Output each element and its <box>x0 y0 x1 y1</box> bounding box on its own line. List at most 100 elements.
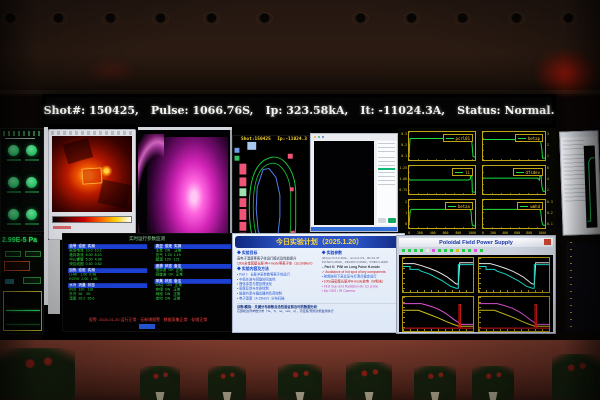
y-tick: 1.25 <box>399 166 407 170</box>
pf-plot-current-2 <box>478 257 550 293</box>
plot-betan: betan <box>408 199 476 229</box>
plant-pot <box>364 392 375 400</box>
led-label <box>7 159 21 161</box>
sidebar-text-block <box>378 143 395 155</box>
sidebar-text-block <box>378 172 395 188</box>
right-screen-text <box>564 184 586 205</box>
video-wall: Shot#: 150425, Pulse: 1066.76S, Ip: 323.… <box>42 94 556 340</box>
efit-shot-label: Shot:150425 <box>241 137 271 142</box>
vacuum-monitor: 2.99E-5 Pa <box>0 234 44 334</box>
plant-pot <box>295 392 306 400</box>
alarm-ticker: 报警: 2025-01-20 运行正常 · 无新增报警 · 数据采集正常 · 存… <box>66 317 230 323</box>
pf-plot-area <box>399 255 553 332</box>
status-indicator-monitor <box>0 128 44 232</box>
ceiling-light <box>454 12 471 25</box>
app-sidebar <box>377 141 396 225</box>
right-screen-plot <box>584 145 598 227</box>
ir-camera-titlebar <box>51 131 133 135</box>
y-tick: 2 <box>405 200 407 204</box>
table-row: 定时 ON 正常 <box>154 297 232 302</box>
plant-pot <box>155 392 166 400</box>
led-label <box>25 159 39 161</box>
potted-plant <box>208 366 246 400</box>
camera-window-chrome <box>138 127 232 130</box>
led-label <box>25 223 39 225</box>
y-tick: 6 <box>547 166 556 170</box>
sidebar-text-block <box>378 157 395 166</box>
led-label <box>7 223 21 225</box>
window-dot-icon <box>318 136 320 138</box>
efit-ip-label: Ip:-11024.3 <box>277 137 307 142</box>
plant-pot <box>430 392 441 400</box>
pf-title: Poloidal Field Power Supply <box>399 238 553 247</box>
ceiling-light <box>256 12 273 25</box>
shot-number: Shot#: 150425, <box>44 104 139 117</box>
control-app-window <box>310 133 398 232</box>
right-edge-lower-screen <box>566 242 600 332</box>
table-row: 壁温 120 121 <box>154 258 232 263</box>
slide-item: ▪ Mo OES / IR Camera <box>322 289 403 294</box>
parameter-table-panel: 实时运行参数监测 信号 设定 实测 纵场电流 10.0 10.2 极向场流 8.… <box>62 233 232 332</box>
pressure-trend-line <box>6 310 40 311</box>
ceiling-light <box>2 12 19 25</box>
close-icon[interactable] <box>544 239 551 245</box>
status-led <box>8 209 19 220</box>
y-tick: 1.00 <box>399 177 407 181</box>
potted-plant <box>0 348 75 400</box>
y-tick: 0.2 <box>547 211 556 215</box>
y-tick: 1 <box>547 154 556 158</box>
cancel-button[interactable] <box>378 218 386 223</box>
ceiling-light <box>50 12 67 25</box>
y-tick: 4 <box>547 177 556 181</box>
sidebar-divider <box>378 168 395 170</box>
plot-wmhd: wmhd <box>482 199 546 229</box>
table-row: 快控线圈 0.50 0.52 <box>68 263 147 268</box>
table-row: 回旋波 OK 正常 <box>154 273 232 278</box>
slide-right-column: ◆ 实验参数 (2N) Ip=0.3-0.4MA，ne=2.0-3.5，Bt=±… <box>322 250 403 301</box>
status-led <box>26 145 37 156</box>
app-buttons <box>378 218 396 223</box>
gauge-box <box>23 277 41 284</box>
led-label <box>7 191 21 193</box>
pf-legend-strip <box>402 249 483 252</box>
confirm-button[interactable] <box>388 218 396 223</box>
table-group-right: 真空 设定 实测 主泵 ON 正常 充气 1.20 1.19 壁温 120 12… <box>154 243 232 302</box>
table-footer-button[interactable] <box>139 324 155 329</box>
window-dot-icon <box>314 136 316 138</box>
gauge-box <box>5 251 21 257</box>
plant-pot <box>222 392 233 400</box>
legend-label: betan <box>458 204 470 209</box>
potted-plant <box>414 366 456 400</box>
legend-label: li <box>465 170 470 175</box>
table-row: 温度 35.2 35.6 <box>68 297 147 302</box>
gauge-fill <box>5 279 14 284</box>
status-led <box>26 209 37 220</box>
status-led <box>8 145 19 156</box>
right-edge-screen <box>559 130 600 235</box>
plot-betap: betap <box>482 131 546 161</box>
ceiling-light <box>152 12 169 25</box>
slide-footer-line: 芯部和边界参数分布（Te、Ti、ne、vtor、q），高密度/预测诊断监测执行 <box>237 310 400 314</box>
potted-plant <box>552 354 600 400</box>
potted-plant <box>346 362 392 400</box>
app-titlebar <box>311 134 397 140</box>
ir-footer-mark <box>53 226 71 229</box>
ir-hotspot <box>81 167 102 184</box>
y-tick: 0.1 <box>401 154 407 158</box>
window-dot-icon <box>322 136 324 138</box>
plot-dfsdev: dfsdev <box>482 165 546 195</box>
y-tick: 0.3 <box>547 200 556 204</box>
led-label <box>25 191 39 193</box>
potted-plant <box>472 366 514 400</box>
ceiling-light <box>508 12 525 25</box>
slide-body: ◆ 实验目标 高电子温度等离子体运行模式及性能提升 100s全金属壁长脉冲H-m… <box>237 250 403 314</box>
trend-plot-grid: 0.3 0.2 0.1 1.25 1.00 0.75 2 1 0 3 2 1 6 <box>398 128 556 238</box>
ceiling-light <box>403 12 420 25</box>
plot-li: li <box>408 165 476 195</box>
table-body: 信号 设定 实测 纵场电流 10.0 10.2 极向场流 8.00 8.10 中… <box>68 243 232 302</box>
legend-label: dfsdev <box>526 170 540 175</box>
y-tick: 0 <box>405 222 407 226</box>
monitor-divider <box>5 138 35 139</box>
slide-item: ▪ 电子温度（4-15keV）分布扫描 <box>237 297 317 302</box>
plasma-current: Ip: 323.58kA, <box>266 104 349 117</box>
